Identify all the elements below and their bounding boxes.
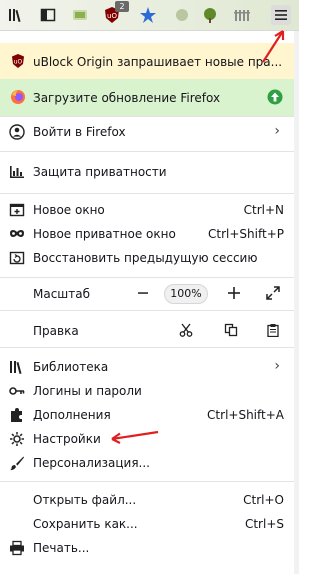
printer-icon xyxy=(9,540,25,556)
chevron-right-icon: › xyxy=(274,358,280,374)
menu-separator xyxy=(0,481,294,482)
svg-text:uO: uO xyxy=(107,12,117,20)
cut-icon[interactable] xyxy=(177,321,195,339)
new-window-shortcut: Ctrl+N xyxy=(243,203,284,217)
gear-icon xyxy=(9,431,25,447)
privacy-label: Защита приватности xyxy=(33,165,167,179)
copy-icon[interactable] xyxy=(222,321,240,339)
open-file-label: Открыть файл... xyxy=(33,493,137,507)
open-file-item[interactable]: Открыть файл... Ctrl+O xyxy=(0,488,294,512)
new-window-label: Новое окно xyxy=(33,203,105,217)
logins-label: Логины и пароли xyxy=(33,384,142,398)
hamburger-menu-icon[interactable] xyxy=(271,5,291,25)
annotation-arrow-icon xyxy=(262,30,285,63)
star-extension-icon[interactable] xyxy=(138,5,158,25)
edit-label: Правка xyxy=(33,324,79,338)
logins-item[interactable]: Логины и пароли xyxy=(0,379,294,403)
privacy-chart-icon xyxy=(9,164,25,180)
save-as-shortcut: Ctrl+S xyxy=(244,517,284,531)
menu-separator xyxy=(0,116,294,117)
paintbrush-icon xyxy=(9,455,25,471)
open-file-shortcut: Ctrl+O xyxy=(243,493,284,507)
puzzle-icon xyxy=(9,407,25,423)
account-icon xyxy=(9,124,25,140)
annotation-arrow-icon xyxy=(111,430,159,444)
firefox-update-banner[interactable]: Загрузите обновление Firefox xyxy=(0,79,294,116)
edit-row: Правка xyxy=(0,319,294,343)
print-label: Печать... xyxy=(33,541,90,555)
svg-text:uO: uO xyxy=(14,59,23,66)
menu-separator xyxy=(0,310,294,311)
restore-session-label: Восстановить предыдущую сессию xyxy=(33,251,258,265)
firefox-icon xyxy=(10,89,26,105)
ublock-permission-banner[interactable]: uO uBlock Origin запрашивает новые пра..… xyxy=(0,43,294,80)
settings-label: Настройки xyxy=(33,432,101,446)
save-as-item[interactable]: Сохранить как... Ctrl+S xyxy=(0,512,294,536)
extension-icon[interactable] xyxy=(172,5,192,25)
zoom-out-button[interactable] xyxy=(132,282,154,304)
ublock-icon: uO xyxy=(10,53,26,69)
private-mask-icon xyxy=(9,226,25,242)
update-arrow-icon xyxy=(267,89,283,105)
restore-session-icon xyxy=(9,250,25,266)
customize-label: Персонализация... xyxy=(33,456,150,470)
zoom-reset-button[interactable]: 100% xyxy=(164,284,208,304)
sidebar-icon[interactable] xyxy=(38,5,58,25)
print-item[interactable]: Печать... xyxy=(0,536,294,560)
library-label: Библиотека xyxy=(33,360,109,374)
library-icon xyxy=(9,359,25,375)
restore-session-item[interactable]: Восстановить предыдущую сессию xyxy=(0,246,294,270)
menu-separator xyxy=(0,277,294,278)
bars-extension-icon[interactable] xyxy=(232,5,252,25)
private-window-item[interactable]: Новое приватное окно Ctrl+Shift+P xyxy=(0,222,294,246)
privacy-protection-item[interactable]: Защита приватности xyxy=(0,160,294,184)
fullscreen-icon[interactable] xyxy=(262,282,284,304)
key-icon xyxy=(9,383,25,399)
addons-label: Дополнения xyxy=(33,408,111,422)
zoom-in-button[interactable] xyxy=(223,282,245,304)
library-item[interactable]: Библиотека › xyxy=(0,355,294,379)
addons-item[interactable]: Дополнения Ctrl+Shift+A xyxy=(0,403,294,427)
paste-icon[interactable] xyxy=(264,321,282,339)
extension-icon[interactable] xyxy=(70,5,90,25)
update-banner-label: Загрузите обновление Firefox xyxy=(33,90,221,105)
zoom-label: Масштаб xyxy=(33,287,91,301)
library-icon[interactable] xyxy=(6,5,26,25)
customize-item[interactable]: Персонализация... xyxy=(0,451,294,475)
private-window-shortcut: Ctrl+Shift+P xyxy=(208,227,284,241)
ublock-banner-label: uBlock Origin запрашивает новые пра... xyxy=(33,54,283,69)
new-window-icon xyxy=(9,202,25,218)
private-window-label: Новое приватное окно xyxy=(33,227,176,241)
notification-badge: 2 xyxy=(115,1,129,12)
chevron-right-icon: › xyxy=(274,123,280,139)
scrollbar[interactable] xyxy=(294,31,299,574)
new-window-item[interactable]: Новое окно Ctrl+N xyxy=(0,198,294,222)
signin-label: Войти в Firefox xyxy=(33,125,126,139)
save-as-label: Сохранить как... xyxy=(33,517,138,531)
signin-item[interactable]: Войти в Firefox › xyxy=(0,120,294,144)
tree-extension-icon[interactable] xyxy=(200,5,220,25)
menu-separator xyxy=(0,151,294,152)
menu-separator xyxy=(0,193,294,194)
addons-shortcut: Ctrl+Shift+A xyxy=(207,408,284,422)
menu-separator xyxy=(0,347,294,348)
